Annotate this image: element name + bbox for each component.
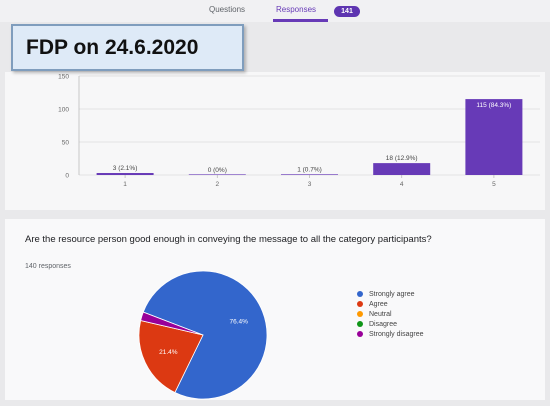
pie-legend: Strongly agree Agree Neutral Disagree Strong…	[357, 289, 423, 339]
pie-chart: 76.4% 21.4%	[138, 270, 268, 400]
tabs-bar: Questions Responses 141	[0, 0, 550, 22]
bar-chart: 0 50 100 150 3 (2.1%) 1 0 (0%) 2 1 (0.7%) 3 18 (12…	[58, 74, 540, 188]
bar	[373, 163, 431, 175]
active-tab-indicator	[273, 19, 328, 22]
tab-questions[interactable]: Questions	[209, 5, 245, 14]
bar-data-label: 3 (2.1%)	[113, 165, 138, 172]
legend-dot-icon	[357, 301, 363, 307]
title-banner: FDP on 24.6.2020	[11, 24, 244, 71]
legend-dot-icon	[357, 321, 363, 327]
legend-item: Agree	[357, 299, 423, 309]
legend-dot-icon	[357, 291, 363, 297]
pie-chart-card: Are the resource person good enough in c…	[5, 219, 545, 400]
x-tick-label: 2	[215, 181, 219, 188]
y-tick-label: 150	[58, 74, 69, 81]
x-tick-label: 1	[123, 181, 127, 188]
legend-label: Neutral	[369, 310, 392, 318]
y-tick-label: 100	[58, 107, 69, 114]
legend-label: Strongly disagree	[369, 330, 424, 338]
bar-data-label: 115 (84.3%)	[476, 102, 511, 109]
bar-data-label: 1 (0.7%)	[297, 166, 322, 173]
bar	[281, 174, 338, 175]
legend-item: Strongly disagree	[357, 329, 423, 339]
banner-title: FDP on 24.6.2020	[26, 36, 199, 59]
legend-item: Disagree	[357, 319, 423, 329]
bar	[188, 174, 246, 175]
legend-dot-icon	[357, 311, 363, 317]
y-tick-label: 50	[62, 140, 70, 147]
legend-item: Strongly agree	[357, 289, 423, 299]
bar-chart-card: 0 50 100 150 3 (2.1%) 1 0 (0%) 2 1 (0.7%) 3 18 (12…	[5, 72, 545, 210]
responses-count-badge: 141	[334, 6, 360, 17]
bar-data-label: 0 (0%)	[208, 167, 227, 174]
x-tick-label: 4	[400, 181, 404, 188]
legend-label: Agree	[369, 300, 388, 308]
tab-responses[interactable]: Responses	[276, 5, 316, 14]
y-tick-label: 0	[65, 173, 69, 180]
bar	[96, 173, 154, 175]
bar-data-label: 18 (12.9%)	[386, 155, 418, 162]
x-tick-label: 3	[308, 181, 312, 188]
bar	[465, 99, 523, 175]
screenshot-frame: Questions Responses 141 0 50 100 150 3 (2.1%…	[0, 0, 550, 406]
legend-label: Strongly agree	[369, 290, 415, 298]
legend-item: Neutral	[357, 309, 423, 319]
pie-data-label: 21.4%	[159, 349, 178, 356]
legend-dot-icon	[357, 331, 363, 337]
x-tick-label: 5	[492, 181, 496, 188]
pie-data-label: 76.4%	[230, 318, 249, 325]
legend-label: Disagree	[369, 320, 398, 328]
